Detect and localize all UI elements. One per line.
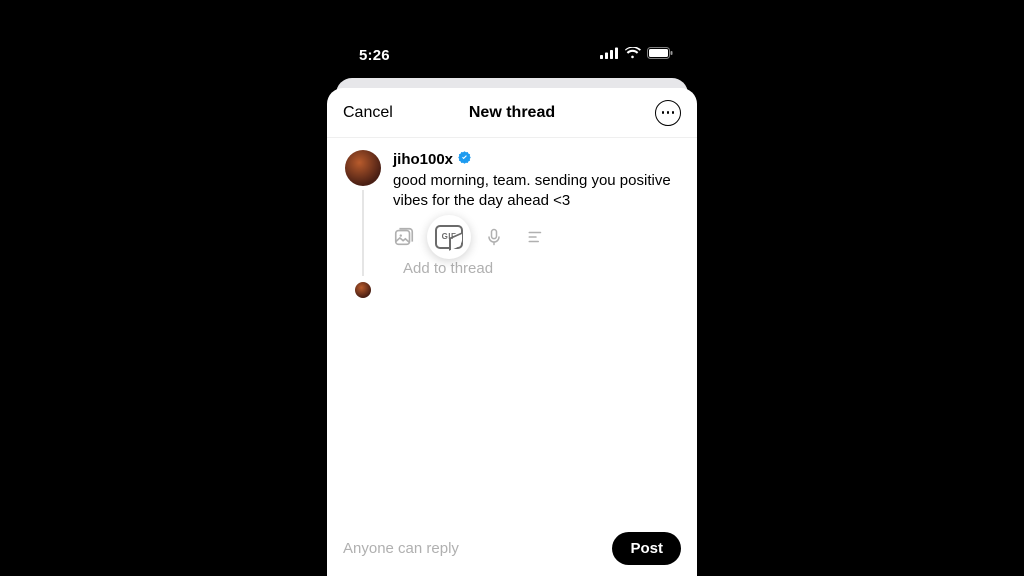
battery-icon	[647, 46, 673, 64]
phone-frame: 5:26 Cancel New thread	[327, 32, 697, 576]
reply-audience-button[interactable]: Anyone can reply	[343, 540, 459, 557]
image-attach-icon[interactable]	[393, 226, 415, 248]
status-time: 5:26	[359, 47, 390, 64]
wifi-icon	[624, 46, 641, 64]
post-body[interactable]: good morning, team. sending you positive…	[393, 171, 681, 210]
status-bar: 5:26	[327, 32, 697, 78]
cellular-icon	[600, 46, 618, 64]
gif-button[interactable]: GIF	[427, 215, 471, 259]
more-options-button[interactable]	[655, 100, 681, 126]
compose-content: jiho100x good morning, team. sending you…	[383, 150, 681, 526]
add-to-thread-placeholder: Add to thread	[403, 260, 493, 277]
sheet-footer: Anyone can reply Post	[327, 526, 697, 576]
username-row: jiho100x	[393, 150, 681, 169]
status-icons	[600, 46, 673, 64]
avatar-small	[355, 282, 371, 298]
post-button[interactable]: Post	[612, 532, 681, 565]
verified-badge-icon	[457, 150, 472, 169]
poll-icon[interactable]	[525, 226, 547, 248]
thread-gutter	[343, 150, 383, 526]
add-to-thread-row[interactable]: Add to thread	[393, 260, 681, 277]
attachment-row: GIF	[393, 220, 681, 254]
compose-sheet: Cancel New thread jiho100x good morning,	[327, 88, 697, 576]
avatar[interactable]	[345, 150, 381, 186]
thread-line	[362, 190, 364, 276]
mic-icon[interactable]	[483, 226, 505, 248]
username[interactable]: jiho100x	[393, 151, 453, 168]
sheet-header: Cancel New thread	[327, 88, 697, 138]
compose-area: jiho100x good morning, team. sending you…	[327, 138, 697, 526]
cancel-button[interactable]: Cancel	[343, 104, 393, 122]
gif-icon: GIF	[435, 225, 463, 249]
